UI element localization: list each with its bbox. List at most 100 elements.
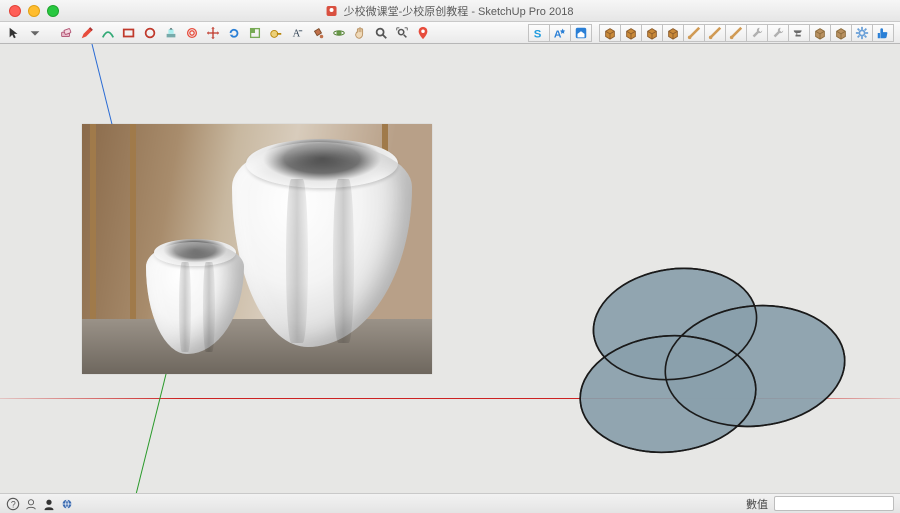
rectangle-tool[interactable] xyxy=(119,24,138,42)
wood-stud xyxy=(130,124,136,324)
tool-14[interactable] xyxy=(872,24,894,42)
pushpull-icon xyxy=(164,26,178,40)
box-down-icon xyxy=(624,26,638,40)
model-viewport[interactable] xyxy=(0,44,900,493)
rotate-icon xyxy=(227,26,241,40)
measurement-input[interactable] xyxy=(774,496,894,511)
orbit-tool[interactable] xyxy=(329,24,348,42)
measurement-label: 數值 xyxy=(746,496,768,512)
zoom-tool[interactable] xyxy=(371,24,390,42)
s-logo-icon: S xyxy=(532,26,546,40)
window-title: 少校微课堂-少校原创教程 - SketchUp Pro 2018 xyxy=(327,3,574,19)
text-tool[interactable]: A xyxy=(287,24,306,42)
move-tool[interactable] xyxy=(203,24,222,42)
vase-crease xyxy=(203,262,215,352)
status-user-icon[interactable] xyxy=(24,497,38,511)
location-icon xyxy=(416,26,430,40)
maximize-button[interactable] xyxy=(47,5,59,17)
rotate-tool[interactable] xyxy=(224,24,243,42)
warehouse-4[interactable] xyxy=(662,24,684,42)
status-geo-icon[interactable] xyxy=(60,497,74,511)
warehouse-3[interactable] xyxy=(641,24,663,42)
scale-icon xyxy=(248,26,262,40)
wrench2-icon xyxy=(771,26,785,40)
rect-icon xyxy=(122,26,136,40)
window-title-text: 少校微课堂-少校原创教程 - SketchUp Pro 2018 xyxy=(344,6,574,18)
eraser-tool[interactable] xyxy=(56,24,75,42)
circle-tool[interactable] xyxy=(140,24,159,42)
tool-11[interactable] xyxy=(809,24,831,42)
status-bar: ? 數值 xyxy=(0,493,900,513)
zoom-extents-tool[interactable] xyxy=(392,24,411,42)
wood-stud xyxy=(90,124,96,324)
scale-tool[interactable] xyxy=(245,24,264,42)
extension-builder[interactable] xyxy=(570,24,592,42)
tool-6[interactable] xyxy=(704,24,726,42)
paint-bucket-tool[interactable] xyxy=(308,24,327,42)
pan-tool[interactable] xyxy=(350,24,369,42)
a-star-icon: A xyxy=(553,26,567,40)
window-titlebar: 少校微课堂-少校原创教程 - SketchUp Pro 2018 xyxy=(0,0,900,22)
cube-icon xyxy=(813,26,827,40)
app-badge-icon xyxy=(327,6,337,16)
svg-text:S: S xyxy=(534,28,542,40)
arc-icon xyxy=(101,26,115,40)
zoom-extents-icon xyxy=(395,26,409,40)
gear-icon xyxy=(855,26,869,40)
thumb-icon xyxy=(876,26,890,40)
tool-13[interactable] xyxy=(851,24,873,42)
status-help-icon[interactable]: ? xyxy=(6,497,20,511)
tool-7[interactable] xyxy=(725,24,747,42)
reference-floor xyxy=(82,319,432,374)
svg-text:?: ? xyxy=(11,499,16,509)
extension-sketchup[interactable]: S xyxy=(528,24,550,42)
reference-image[interactable] xyxy=(82,124,432,374)
chevron-down-icon xyxy=(28,26,42,40)
line-tool[interactable] xyxy=(77,24,96,42)
vase-rim xyxy=(246,139,397,188)
warehouse-1[interactable] xyxy=(599,24,621,42)
add-location-tool[interactable] xyxy=(413,24,432,42)
bucket-icon xyxy=(311,26,325,40)
cursor-icon xyxy=(7,26,21,40)
vase-crease xyxy=(179,262,191,352)
sketch-shape-group[interactable] xyxy=(560,254,860,474)
status-person-solid-icon[interactable] xyxy=(42,497,56,511)
close-button[interactable] xyxy=(9,5,21,17)
box-refresh-icon xyxy=(666,26,680,40)
tool-9[interactable] xyxy=(767,24,789,42)
vase-crease xyxy=(333,179,355,343)
diag3-icon xyxy=(729,26,743,40)
wrench-icon xyxy=(750,26,764,40)
anvil-icon xyxy=(792,26,806,40)
pushpull-tool[interactable] xyxy=(161,24,180,42)
tape-icon xyxy=(269,26,283,40)
pan-icon xyxy=(353,26,367,40)
tool-10[interactable] xyxy=(788,24,810,42)
svg-text:A: A xyxy=(554,28,562,40)
text-icon: A xyxy=(290,26,304,40)
tool-8[interactable] xyxy=(746,24,768,42)
offset-icon xyxy=(185,26,199,40)
minimize-button[interactable] xyxy=(28,5,40,17)
extension-style[interactable]: A xyxy=(549,24,571,42)
zoom-icon xyxy=(374,26,388,40)
house-icon xyxy=(574,26,588,40)
warehouse-2[interactable] xyxy=(620,24,642,42)
arc-tool[interactable] xyxy=(98,24,117,42)
tape-measure-tool[interactable] xyxy=(266,24,285,42)
diag2-icon xyxy=(708,26,722,40)
dropdown-toggle[interactable] xyxy=(25,24,44,42)
box-icon xyxy=(603,26,617,40)
tool-5[interactable] xyxy=(683,24,705,42)
cube-refresh-icon xyxy=(834,26,848,40)
move-icon xyxy=(206,26,220,40)
tool-12[interactable] xyxy=(830,24,852,42)
select-tool[interactable] xyxy=(4,24,23,42)
window-controls xyxy=(0,5,59,17)
offset-tool[interactable] xyxy=(182,24,201,42)
vase-crease xyxy=(286,179,308,343)
circle-icon xyxy=(143,26,157,40)
axis-green xyxy=(1,356,171,493)
extension-toolbar: SA xyxy=(529,24,894,42)
